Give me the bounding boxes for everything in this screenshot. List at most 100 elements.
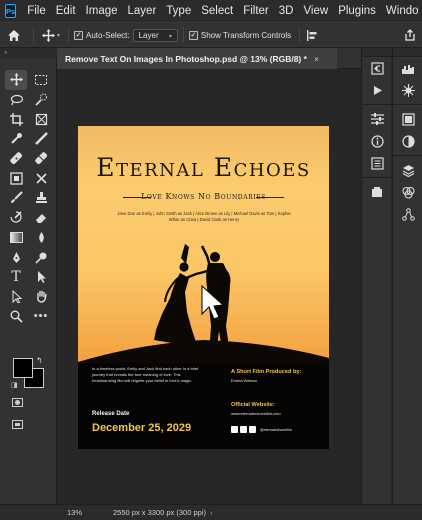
swap-colors-icon[interactable]: ↰ <box>36 356 43 365</box>
close-icon[interactable]: × <box>314 54 319 64</box>
divider <box>393 155 422 156</box>
document-tab-title: Remove Text On Images In Photoshop.psd @… <box>65 53 307 64</box>
default-colors-icon[interactable]: ◨ <box>11 381 18 389</box>
frame-tool-icon[interactable] <box>30 109 52 129</box>
divider <box>299 27 301 43</box>
social-handle: @eternalechoesfilm <box>260 427 292 432</box>
menu-plugins[interactable]: Plugins <box>333 5 381 17</box>
history-panel-icon[interactable] <box>362 57 392 79</box>
chevron-down-icon[interactable]: ▾ <box>57 32 60 39</box>
menu-filter[interactable]: Filter <box>238 5 274 17</box>
color-panel-icon[interactable] <box>393 130 422 152</box>
release-date-label: Release Date <box>92 411 130 417</box>
chevron-down-icon: ▾ <box>168 33 172 40</box>
chevron-right-icon[interactable]: › <box>210 508 213 517</box>
remove-tool-icon[interactable] <box>30 149 52 169</box>
channels-panel-icon[interactable] <box>393 181 422 203</box>
auto-select-dropdown[interactable]: Layer ▾ <box>132 28 178 42</box>
adjustments-panel-icon[interactable] <box>362 108 392 130</box>
blur-tool-icon[interactable] <box>30 228 52 248</box>
swatches-panel-icon[interactable] <box>393 108 422 130</box>
more-tools-icon[interactable]: ••• <box>30 306 52 326</box>
crop-tool-icon[interactable] <box>5 109 27 129</box>
transform-controls-label: Show Transform Controls <box>200 30 292 40</box>
clone-stamp-tool-icon[interactable] <box>30 188 52 208</box>
lasso-tool-icon[interactable] <box>5 90 27 110</box>
quick-mask-icon[interactable] <box>12 398 23 407</box>
producer-heading: A Short Film Produced by: <box>231 369 302 375</box>
layers-panel-icon[interactable] <box>393 159 422 181</box>
menu-window[interactable]: Windo <box>381 5 422 17</box>
move-tool-icon[interactable] <box>39 28 57 42</box>
play-action-icon[interactable] <box>362 79 392 101</box>
menu-image[interactable]: Image <box>81 5 123 17</box>
poster-artboard[interactable]: Eternal Echoes Love Knows No Boundaries … <box>78 126 329 449</box>
move-tool-icon[interactable] <box>5 70 27 90</box>
foreground-color-swatch[interactable] <box>13 358 33 378</box>
panel-strip-header <box>393 48 422 57</box>
panel-collapse-icon[interactable]: » <box>0 48 57 58</box>
info-panel-icon[interactable] <box>362 130 392 152</box>
auto-select-checkbox[interactable]: ✓ <box>74 30 84 40</box>
photoshop-logo-icon[interactable]: Ps <box>5 4 17 18</box>
menu-3d[interactable]: 3D <box>274 5 299 17</box>
options-bar: ▾ ✓ Auto-Select: Layer ▾ ✓ Show Transfor… <box>0 22 422 48</box>
navigator-panel-icon[interactable] <box>393 79 422 101</box>
eraser-tool-icon[interactable] <box>30 208 52 228</box>
poster-title: Eternal Echoes <box>96 153 311 182</box>
healing-brush-tool-icon[interactable] <box>5 149 27 169</box>
document-info: 2550 px x 3300 px (300 ppi) <box>113 508 206 517</box>
auto-select-label: Auto-Select: <box>86 30 130 40</box>
auto-select-value: Layer <box>138 30 159 40</box>
libraries-panel-icon[interactable] <box>362 181 392 203</box>
history-brush-tool-icon[interactable] <box>5 208 27 228</box>
twitter-icon <box>249 426 256 433</box>
panel-strip-left <box>361 48 391 504</box>
type-tool-icon[interactable]: T <box>5 267 27 287</box>
menu-view[interactable]: View <box>298 5 333 17</box>
quick-selection-tool-icon[interactable] <box>30 90 52 110</box>
eyedropper-tool-icon[interactable] <box>5 129 27 149</box>
path-selection-tool-icon[interactable] <box>30 267 52 287</box>
document-tab[interactable]: Remove Text On Images In Photoshop.psd @… <box>57 48 337 69</box>
panel-strip-header <box>362 48 391 57</box>
hand-tool-icon[interactable] <box>30 287 52 307</box>
direct-selection-tool-icon[interactable] <box>5 287 27 307</box>
content-aware-move-tool-icon[interactable] <box>30 168 52 188</box>
share-icon[interactable] <box>398 29 422 41</box>
divider <box>182 27 184 43</box>
pen-tool-icon[interactable] <box>5 247 27 267</box>
website-url: www.eternalechoesfilm.com <box>231 411 281 416</box>
zoom-level[interactable]: 13% <box>57 508 95 517</box>
home-icon[interactable] <box>0 29 28 42</box>
menu-select[interactable]: Select <box>196 5 238 17</box>
menu-bar: Ps File Edit Image Layer Type Select Fil… <box>0 0 422 22</box>
tools-panel: » T ••• ↰ ◨ <box>0 48 57 504</box>
dodge-tool-icon[interactable] <box>30 247 52 267</box>
transform-controls-checkbox[interactable]: ✓ <box>188 30 198 40</box>
marquee-tool-icon[interactable] <box>30 70 52 90</box>
release-date: December 25, 2029 <box>92 422 192 434</box>
canvas-area[interactable]: Eternal Echoes Love Knows No Boundaries … <box>57 69 361 504</box>
poster-credits: Jane Doe as Emily | John Smith as Jack |… <box>117 211 291 222</box>
menu-type[interactable]: Type <box>161 5 196 17</box>
gradient-tool-icon[interactable] <box>5 228 27 248</box>
patch-tool-icon[interactable] <box>5 168 27 188</box>
screen-mode-icon[interactable] <box>12 420 23 429</box>
properties-panel-icon[interactable] <box>362 152 392 174</box>
divider <box>33 27 34 43</box>
brush-tool-icon[interactable] <box>5 188 27 208</box>
divider <box>362 177 391 178</box>
align-icon[interactable] <box>305 29 319 41</box>
status-bar-left <box>0 504 57 520</box>
producer-name: Emma Watson <box>231 378 258 383</box>
menu-file[interactable]: File <box>22 5 51 17</box>
divider <box>393 104 422 105</box>
panel-strip-right <box>392 48 422 504</box>
zoom-tool-icon[interactable] <box>5 306 27 326</box>
paths-panel-icon[interactable] <box>393 203 422 225</box>
menu-layer[interactable]: Layer <box>123 5 162 17</box>
menu-edit[interactable]: Edit <box>51 5 81 17</box>
ruler-tool-icon[interactable] <box>30 129 52 149</box>
histogram-panel-icon[interactable] <box>393 57 422 79</box>
